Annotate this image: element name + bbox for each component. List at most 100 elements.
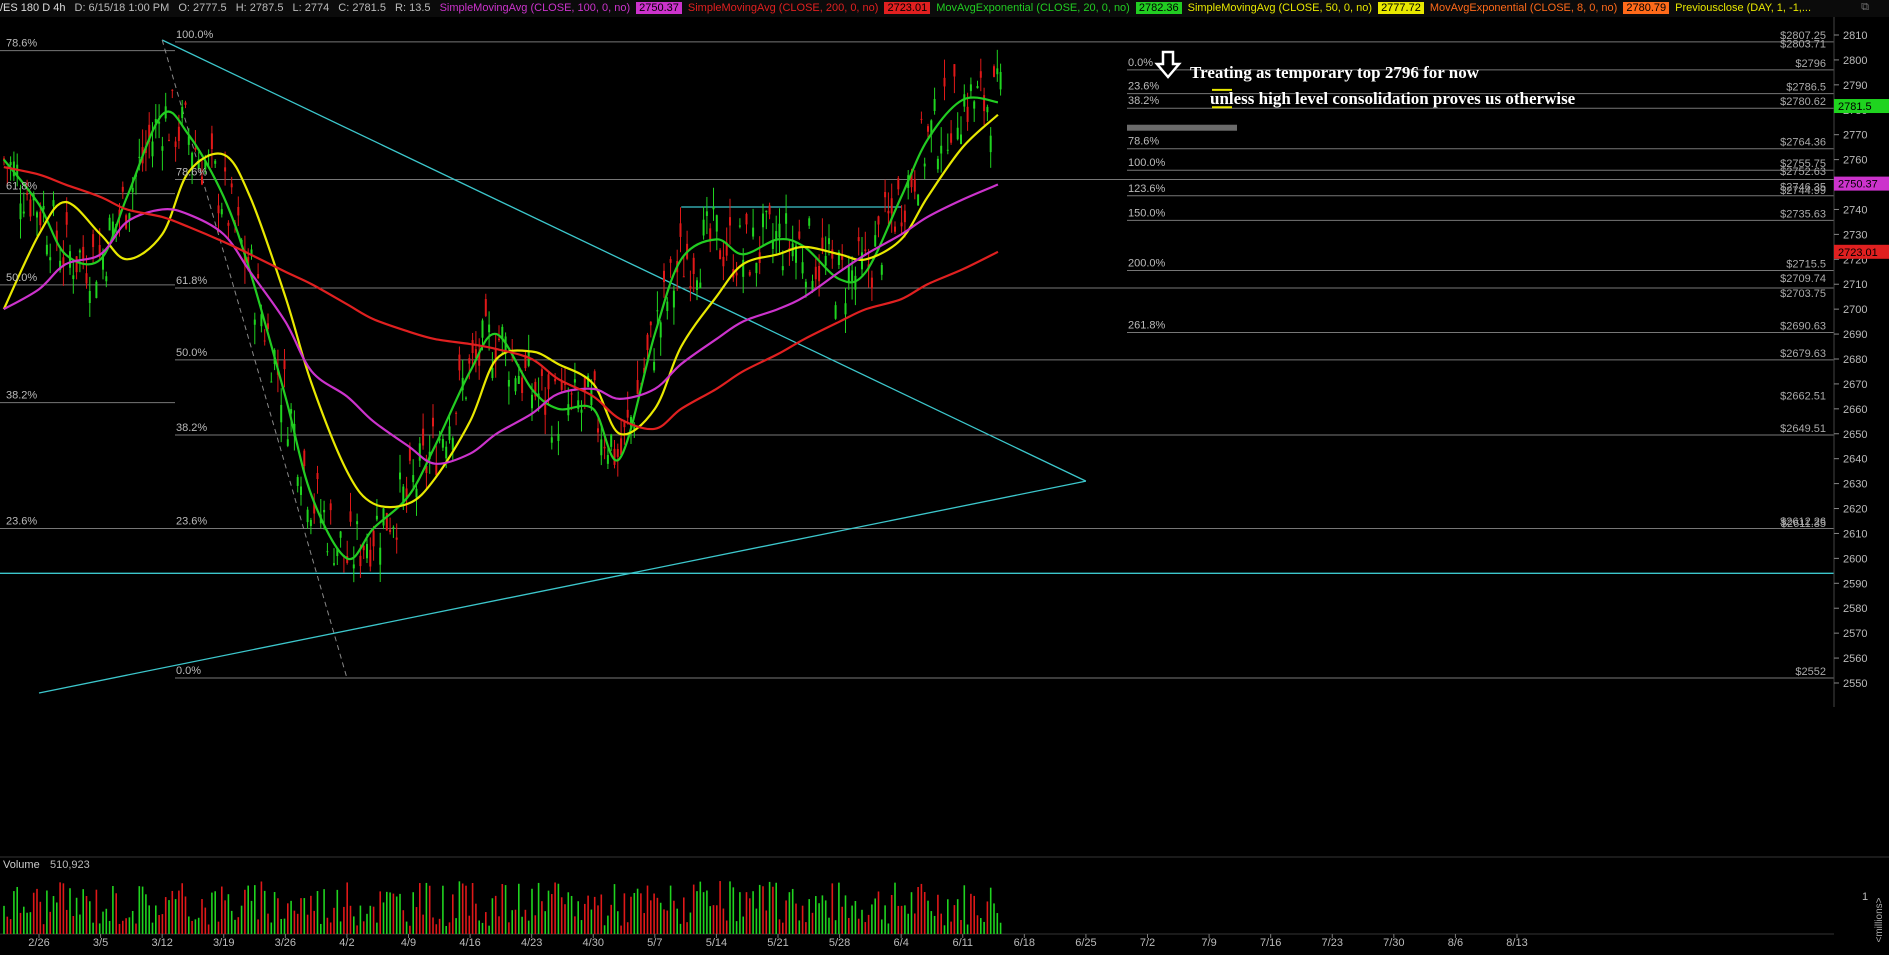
candle-body — [821, 237, 824, 250]
candle-body — [151, 141, 154, 157]
candle-body — [280, 404, 283, 423]
candle-body — [366, 543, 368, 559]
fib-label: 50.0% — [176, 347, 207, 359]
candle-body — [814, 266, 817, 280]
candle-body — [603, 446, 606, 449]
candle-body — [392, 527, 395, 529]
x-tick-label: 6/25 — [1075, 937, 1096, 949]
x-tick-label: 4/30 — [583, 937, 604, 949]
candle-body — [831, 249, 834, 259]
candle-body — [953, 64, 956, 77]
candle-body — [897, 178, 900, 190]
fib-price-label: $2709.74 — [1780, 273, 1826, 285]
y-tick-label: 2730 — [1843, 229, 1867, 241]
fib-label-left: 61.8% — [6, 181, 37, 193]
candle-body — [306, 509, 309, 523]
candle-body — [517, 375, 520, 384]
trendline-ascending[interactable] — [38, 480, 1087, 694]
fib-label: 150.0% — [1128, 207, 1166, 219]
candle-body — [950, 133, 953, 143]
candle-body — [923, 163, 926, 167]
candle-body — [415, 488, 418, 498]
candle-body — [719, 250, 722, 260]
fib-price-label: $2552 — [1795, 666, 1826, 678]
candle-body — [326, 551, 329, 553]
annotation-line-2: unless high level consolidation proves u… — [1210, 89, 1576, 108]
candle-body — [580, 409, 583, 413]
y-tick-label: 2690 — [1843, 329, 1867, 341]
candle-body — [488, 324, 491, 333]
candle-body — [333, 563, 335, 565]
fib-price-label: $2786.5 — [1786, 82, 1826, 94]
fib-label: 0.0% — [1128, 57, 1153, 69]
candle-body — [824, 255, 827, 266]
candle-body — [329, 503, 332, 511]
x-tick-label: 4/2 — [339, 937, 354, 949]
fib-label: 100.0% — [1128, 157, 1166, 169]
candle-body — [983, 95, 986, 112]
candle-body — [491, 367, 494, 379]
candle-body — [940, 145, 943, 154]
y-tick-label: 2790 — [1843, 80, 1867, 92]
candle-body — [349, 511, 352, 522]
candle-body — [257, 274, 260, 278]
candle-body — [283, 360, 286, 370]
candle-body — [465, 397, 467, 399]
candle-body — [682, 276, 685, 278]
candle-body — [161, 146, 164, 151]
fib-price-label: $2735.63 — [1780, 208, 1826, 220]
candle-body — [82, 246, 85, 260]
candle-body — [395, 537, 398, 540]
x-tick-label: 5/7 — [647, 937, 662, 949]
candle-body — [927, 126, 929, 132]
candle-body — [636, 380, 639, 395]
candle-body — [646, 334, 649, 351]
candle-body — [993, 66, 995, 77]
x-tick-label: 6/18 — [1014, 937, 1035, 949]
candle-body — [557, 433, 560, 442]
trendline-descending[interactable] — [161, 39, 1087, 482]
candle-body — [75, 256, 78, 273]
ma-line[interactable] — [2, 113, 999, 509]
candle-body — [323, 509, 326, 513]
candle-body — [22, 211, 25, 214]
candle-body — [689, 285, 692, 289]
candle-body — [960, 134, 962, 145]
candle-body — [864, 249, 867, 252]
candle-body — [158, 121, 161, 124]
candle-body — [765, 210, 768, 213]
candle-body — [237, 206, 240, 216]
y-tick-label: 2760 — [1843, 155, 1867, 167]
candle-body — [672, 290, 675, 308]
candle-body — [356, 521, 359, 525]
candle-body — [184, 102, 187, 105]
candle-body — [851, 270, 854, 282]
x-tick-label: 5/21 — [767, 937, 788, 949]
price-badge-label: 2750.37 — [1838, 179, 1878, 191]
candle-body — [857, 237, 860, 242]
fib-price-label: $2679.63 — [1780, 348, 1826, 360]
candle-body — [220, 209, 223, 215]
candle-body — [372, 530, 375, 547]
price-badge-label: 2781.5 — [1838, 101, 1872, 113]
fib-price-label: $2796 — [1795, 58, 1826, 70]
candle-body — [45, 244, 48, 255]
candle-body — [620, 438, 623, 456]
candle-body — [801, 262, 804, 274]
fib-label: 38.2% — [1128, 95, 1159, 107]
candle-body — [626, 409, 629, 418]
candle-body — [270, 381, 273, 383]
candle-body — [778, 223, 781, 238]
candle-body — [138, 156, 141, 158]
ma-line[interactable] — [3, 183, 999, 465]
price-chart[interactable]: 100.0% 78.6% 61.8% 50.0% 38.2% 23.6% 0.0% 0.0% 2… — [0, 0, 1889, 955]
candle-body — [656, 310, 659, 312]
candle-body — [936, 158, 939, 170]
candle-body — [844, 303, 847, 315]
candle-body — [663, 270, 665, 283]
x-tick-label: 3/5 — [93, 937, 108, 949]
y-tick-label: 2770 — [1843, 130, 1867, 142]
x-tick-label: 7/16 — [1260, 937, 1281, 949]
candle-body — [781, 266, 784, 271]
candle-body — [653, 361, 656, 371]
